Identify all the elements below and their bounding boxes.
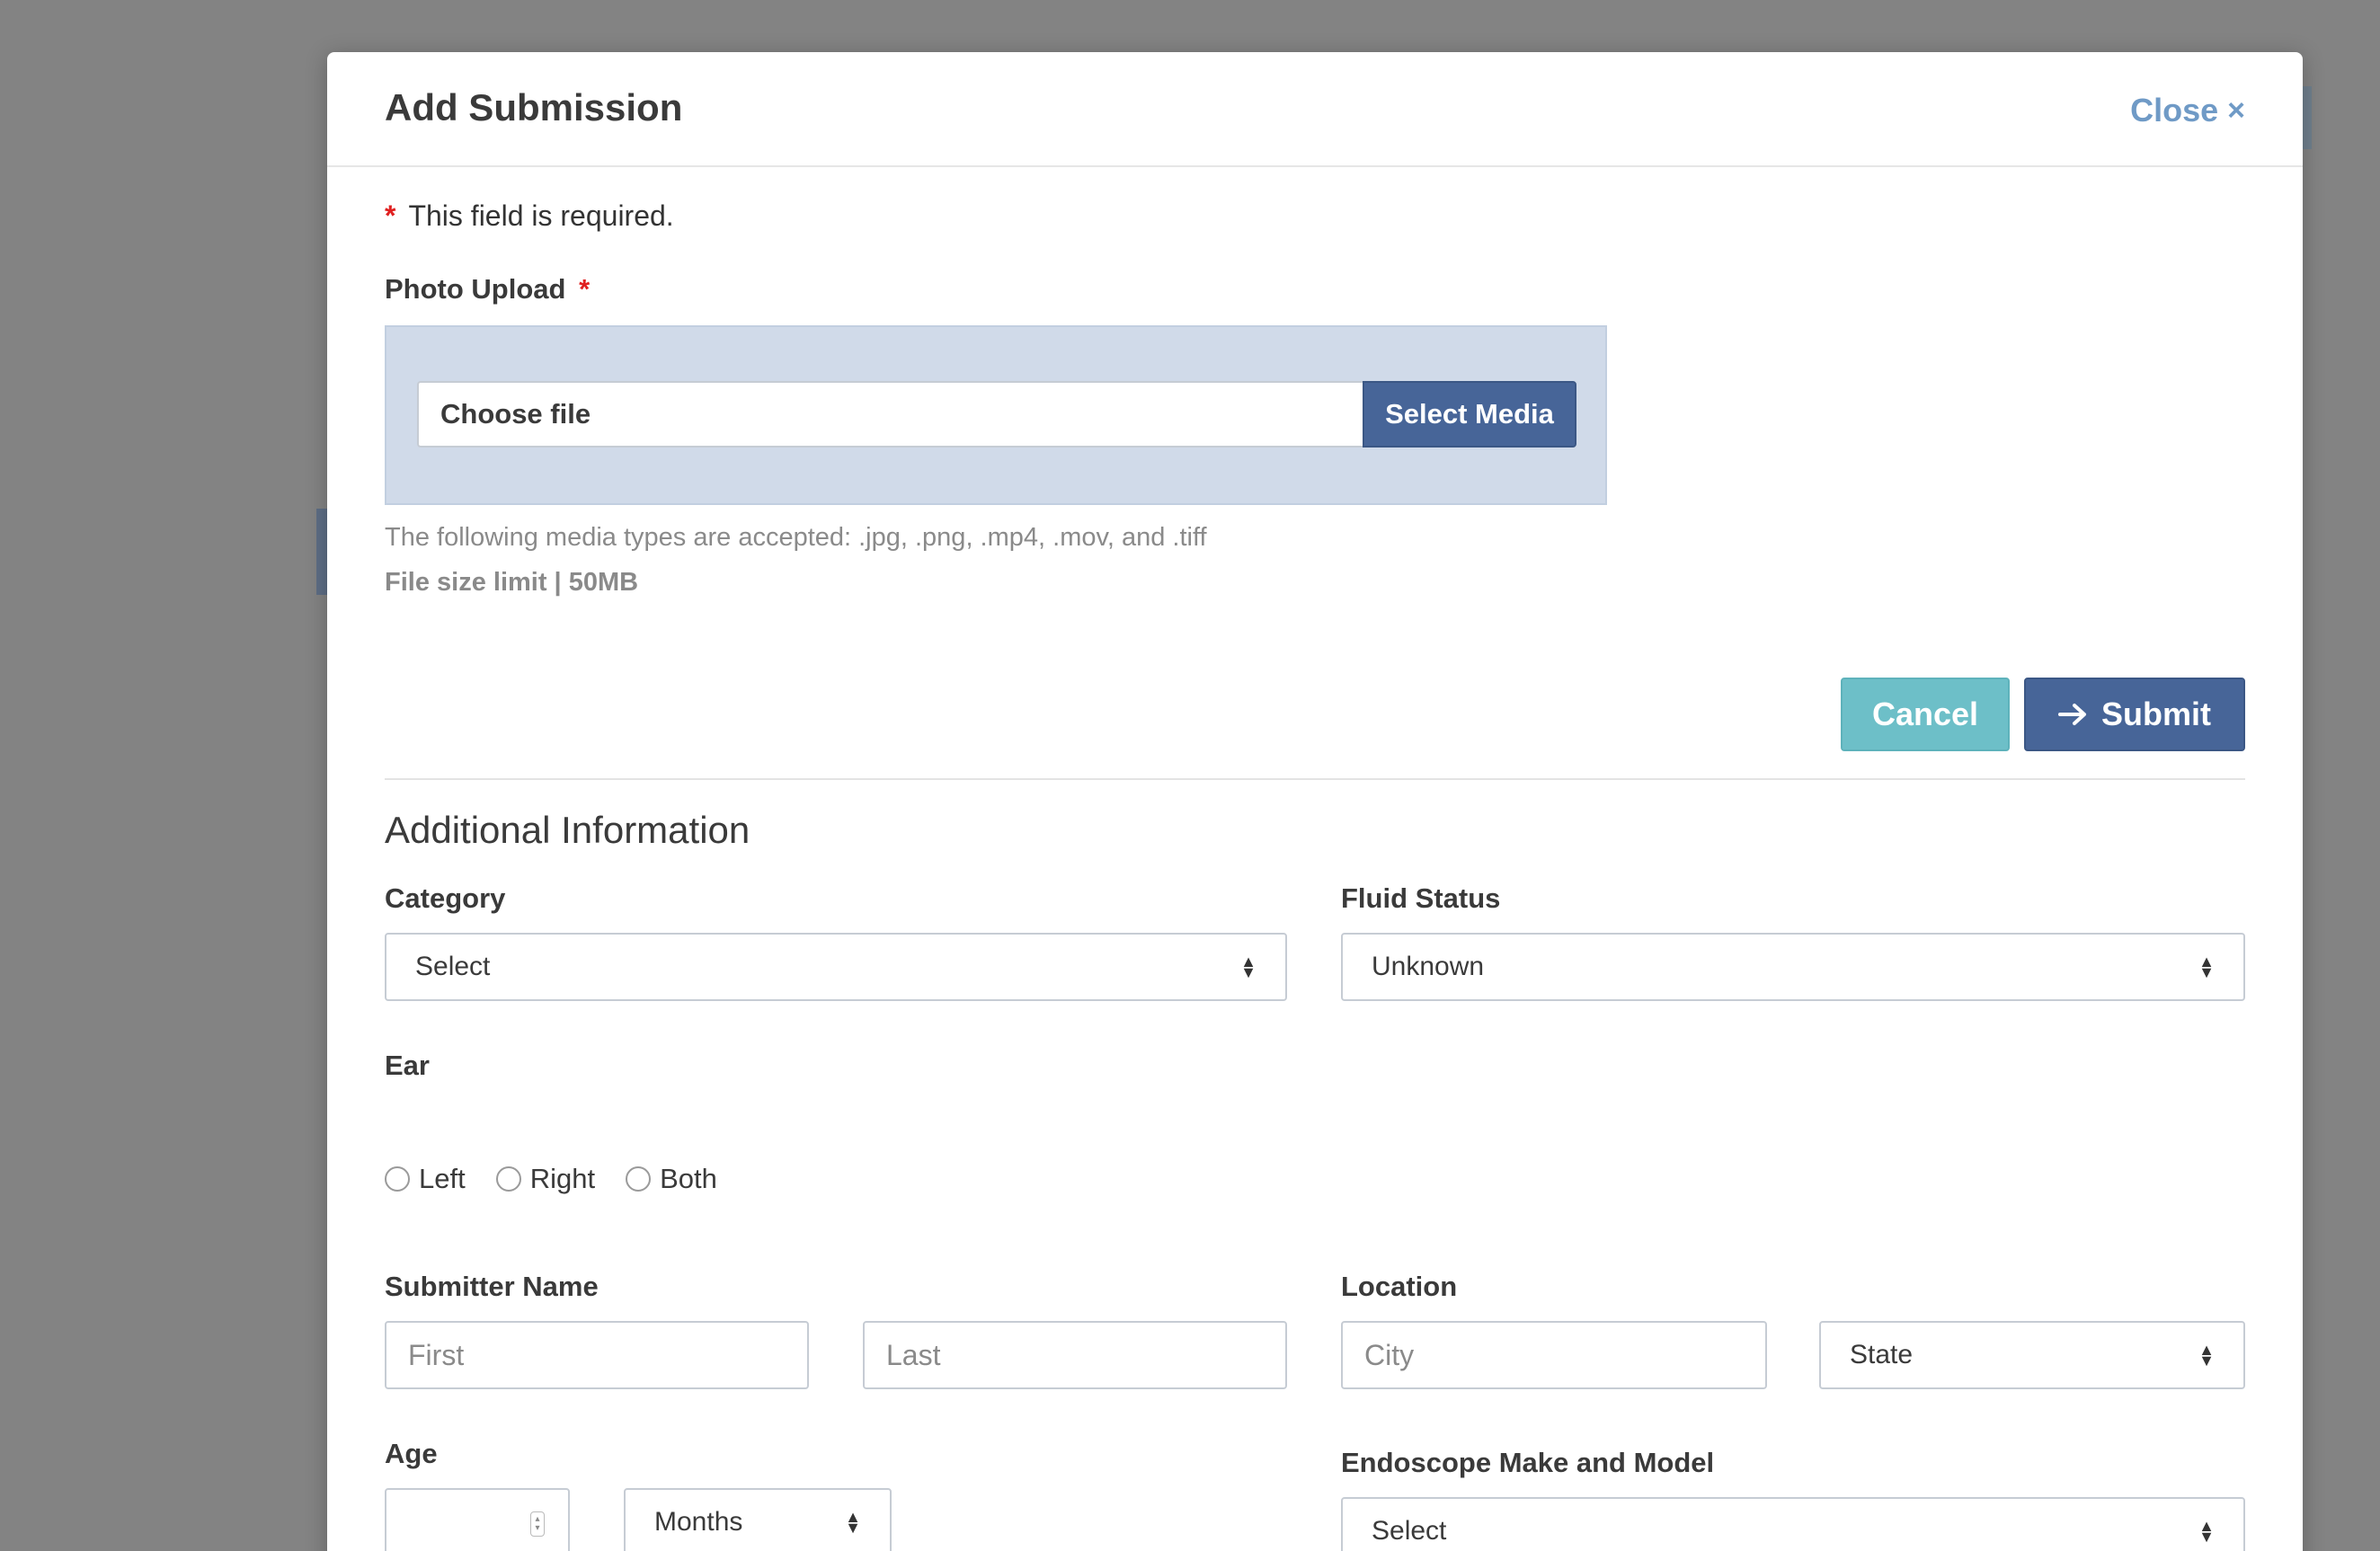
fluid-status-selected: Unknown [1372, 952, 1485, 981]
number-spinner-icon[interactable]: ▴ ▾ [530, 1511, 545, 1537]
endoscope-label: Endoscope Make and Model [1341, 1447, 1715, 1478]
modal-header: Add Submission Close × [327, 52, 2303, 167]
chevron-updown-icon: ▲ ▼ [845, 1508, 861, 1537]
background-page-panel [316, 509, 327, 595]
close-button[interactable]: Close × [2130, 92, 2245, 129]
endoscope-select[interactable]: Select ▲ ▼ [1341, 1497, 2245, 1551]
ear-radio-group: Left Right Both [385, 1163, 748, 1195]
age-label: Age [385, 1438, 438, 1469]
section-divider [385, 778, 2245, 780]
select-media-button[interactable]: Select Media [1363, 381, 1576, 448]
ear-radio-both[interactable]: Both [626, 1163, 717, 1195]
ear-label: Ear [385, 1050, 430, 1081]
ear-radio-right[interactable]: Right [495, 1163, 596, 1195]
chevron-updown-icon: ▲ ▼ [2198, 1517, 2215, 1546]
arrow-right-icon [2058, 704, 2086, 725]
last-name-input[interactable]: Last [863, 1321, 1287, 1389]
fluid-status-select[interactable]: Unknown ▲ ▼ [1341, 933, 2245, 1001]
radio-circle[interactable] [495, 1166, 521, 1192]
photo-upload-label: Photo Upload * [385, 273, 602, 306]
city-input[interactable]: City [1341, 1321, 1767, 1389]
ear-option-label: Both [660, 1163, 717, 1194]
photo-upload-dropzone[interactable]: Choose file Select Media [385, 325, 1607, 505]
age-number-input[interactable]: ▴ ▾ [385, 1488, 570, 1551]
age-unit-select[interactable]: Months ▲ ▼ [624, 1488, 892, 1551]
radio-circle[interactable] [385, 1166, 410, 1192]
submit-label: Submit [2101, 696, 2211, 732]
chevron-updown-icon: ▲ ▼ [2198, 1341, 2215, 1369]
close-label: Close [2130, 92, 2219, 129]
state-select[interactable]: State ▲ ▼ [1819, 1321, 2245, 1389]
ear-radio-left[interactable]: Left [385, 1163, 466, 1195]
age-unit-selected: Months [654, 1507, 743, 1537]
fluid-status-label: Fluid Status [1341, 882, 1501, 914]
required-note-text: This field is required. [408, 199, 674, 232]
background-page-header [2303, 86, 2312, 149]
category-selected: Select [415, 952, 491, 981]
file-size-limit: File size limit | 50MB [385, 568, 639, 597]
additional-info-title: Additional Information [385, 809, 750, 851]
ear-option-label: Left [419, 1163, 466, 1194]
submit-button[interactable]: Submit [2024, 678, 2245, 751]
close-icon: × [2227, 93, 2245, 128]
accepted-types-help: The following media types are accepted: … [385, 523, 1207, 552]
chevron-updown-icon: ▲ ▼ [1240, 953, 1257, 981]
required-note: * This field is required. [385, 199, 674, 233]
endoscope-selected: Select [1372, 1516, 1447, 1546]
first-name-input[interactable]: First [385, 1321, 809, 1389]
add-submission-modal: Add Submission Close × * This field is re… [327, 52, 2303, 1551]
photo-upload-required-star: * [579, 273, 591, 305]
state-selected: State [1850, 1340, 1914, 1369]
cancel-button[interactable]: Cancel [1841, 678, 2010, 751]
category-select[interactable]: Select ▲ ▼ [385, 933, 1287, 1001]
modal-title: Add Submission [385, 86, 683, 129]
required-star: * [385, 199, 396, 232]
file-input[interactable]: Choose file [417, 381, 1363, 448]
photo-upload-label-text: Photo Upload [385, 273, 566, 305]
chevron-updown-icon: ▲ ▼ [2198, 953, 2215, 981]
ear-option-label: Right [529, 1163, 596, 1194]
radio-circle[interactable] [626, 1166, 652, 1192]
location-label: Location [1341, 1271, 1458, 1302]
category-label: Category [385, 882, 506, 914]
submitter-name-label: Submitter Name [385, 1271, 599, 1302]
